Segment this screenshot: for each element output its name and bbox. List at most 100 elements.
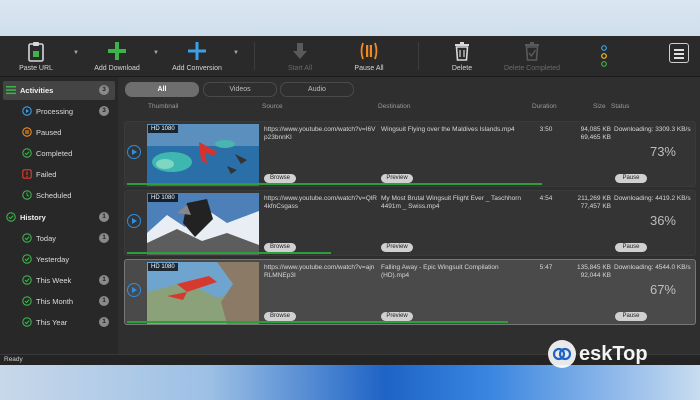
sidebar-item-history[interactable]: History 1 (3, 208, 115, 227)
delete-button[interactable]: Delete (444, 38, 480, 74)
download-arrow-icon (293, 43, 307, 59)
check-circle-icon (6, 212, 16, 222)
sidebar-item-completed[interactable]: Completed (3, 144, 115, 163)
sidebar-item-today[interactable]: Today 1 (3, 229, 115, 248)
column-header-thumbnail: Thumbnail (148, 103, 179, 110)
progress-bar (127, 321, 508, 323)
progress-percent: 73% (649, 144, 676, 159)
check-circle-icon (22, 148, 32, 158)
add-conversion-dropdown-icon[interactable]: ▼ (233, 50, 239, 56)
preview-button[interactable]: Preview (381, 174, 413, 183)
toolbar-divider (254, 42, 255, 70)
delete-label: Delete (451, 65, 473, 72)
sidebar-item-scheduled[interactable]: Scheduled (3, 186, 115, 205)
size-total: 94,085 KB (580, 126, 611, 133)
count-badge: 1 (99, 212, 109, 222)
sidebar-item-processing[interactable]: Processing 3 (3, 102, 115, 121)
add-conversion-button[interactable]: Add Conversion (166, 38, 228, 74)
video-thumbnail: HD 1080 (147, 262, 259, 324)
clipboard-icon (28, 42, 44, 62)
sidebar-item-paused[interactable]: Paused (3, 123, 115, 142)
sidebar-item-label: This Week (36, 276, 72, 285)
quality-badge: HD 1080 (148, 263, 178, 271)
count-badge: 1 (99, 296, 109, 306)
paste-url-button[interactable]: Paste URL (12, 38, 60, 74)
tab-audio[interactable]: Audio (280, 82, 354, 97)
sidebar-item-label: Paused (36, 128, 62, 137)
quality-badge: HD 1080 (148, 125, 178, 133)
sidebar-item-label: Yesterday (36, 255, 70, 264)
progress-bar (127, 252, 332, 254)
pause-button[interactable]: Pause (615, 174, 647, 183)
quality-badge: HD 1080 (148, 194, 178, 202)
size: 135,845 KB 92,044 KB (567, 264, 611, 280)
sidebar-item-label: This Month (36, 297, 74, 306)
pause-button[interactable]: Pause (615, 312, 647, 321)
tab-all[interactable]: All (125, 82, 199, 97)
toolbar: Paste URL ▼ Add Download ▼ Add Conversio… (0, 36, 700, 77)
sidebar: Activities 3 Processing 3 Paused Complet… (0, 77, 118, 354)
status-text: Downloading: 4419.2 KB/s (614, 195, 691, 202)
count-badge: 1 (99, 275, 109, 285)
play-icon[interactable] (127, 214, 141, 228)
sidebar-item-label: Processing (36, 107, 74, 116)
watermark-logo-icon (548, 340, 576, 368)
add-conversion-label: Add Conversion (172, 65, 222, 72)
sidebar-item-this-week[interactable]: This Week 1 (3, 271, 115, 290)
browse-button[interactable]: Browse (264, 174, 296, 183)
pause-circle-icon (22, 127, 32, 137)
size-total: 135,845 KB (577, 264, 611, 271)
progress-percent: 36% (649, 213, 676, 228)
trash-check-icon (525, 42, 539, 61)
start-all-button[interactable]: Start All (280, 38, 320, 74)
add-download-label: Add Download (94, 65, 140, 72)
sidebar-item-label: Scheduled (36, 191, 72, 200)
sidebar-item-yesterday[interactable]: Yesterday (3, 250, 115, 269)
size: 94,085 KB 69,465 KB (567, 126, 611, 142)
paste-url-label: Paste URL (19, 65, 53, 72)
status-text: Downloading: 3309.3 KB/s (614, 126, 691, 133)
sidebar-item-label: This Year (36, 318, 68, 327)
tab-videos[interactable]: Videos (203, 82, 277, 97)
size-downloaded: 92,044 KB (580, 272, 611, 279)
preview-button[interactable]: Preview (381, 243, 413, 252)
play-icon[interactable] (127, 145, 141, 159)
paste-url-dropdown-icon[interactable]: ▼ (73, 50, 79, 56)
sidebar-item-this-year[interactable]: This Year 1 (3, 313, 115, 332)
count-badge: 3 (99, 106, 109, 116)
video-thumbnail: HD 1080 (147, 193, 259, 255)
plus-icon (108, 42, 126, 60)
browse-button[interactable]: Browse (264, 312, 296, 321)
clock-icon (22, 190, 32, 200)
add-download-dropdown-icon[interactable]: ▼ (153, 50, 159, 56)
status-bar-text: Ready (4, 356, 23, 363)
add-download-button[interactable]: Add Download (88, 38, 146, 74)
sidebar-item-failed[interactable]: Failed (3, 165, 115, 184)
sidebar-item-label: History (20, 213, 46, 222)
status-text: Downloading: 4544.0 KB/s (614, 264, 691, 271)
sidebar-item-activities[interactable]: Activities 3 (3, 81, 115, 100)
status-dots-icon (601, 45, 607, 67)
delete-completed-label: Delete Completed (503, 65, 561, 72)
pause-icon (360, 42, 378, 60)
sidebar-item-this-month[interactable]: This Month 1 (3, 292, 115, 311)
destination-filename: Wingsuit Flying over the Maldives Island… (381, 126, 515, 133)
plus-icon (188, 42, 206, 60)
duration: 3:50 (539, 126, 553, 133)
count-badge: 1 (99, 317, 109, 327)
play-icon[interactable] (127, 283, 141, 297)
progress-bar (127, 183, 542, 185)
pause-all-button[interactable]: Pause All (349, 38, 389, 74)
menu-button[interactable] (669, 43, 689, 63)
play-circle-icon (22, 106, 32, 116)
download-row[interactable]: HD 1080 https://www.youtube.com/watch?v=… (124, 190, 696, 256)
delete-completed-button[interactable]: Delete Completed (498, 38, 566, 74)
download-row[interactable]: HD 1080 https://www.youtube.com/watch?v=… (124, 259, 696, 325)
browse-button[interactable]: Browse (264, 243, 296, 252)
download-row[interactable]: HD 1080 https://www.youtube.com/watch?v=… (124, 121, 696, 187)
preview-button[interactable]: Preview (381, 312, 413, 321)
pause-button[interactable]: Pause (615, 243, 647, 252)
column-header-size: Size (593, 103, 606, 110)
trash-icon (455, 42, 469, 61)
start-all-label: Start All (287, 65, 313, 72)
